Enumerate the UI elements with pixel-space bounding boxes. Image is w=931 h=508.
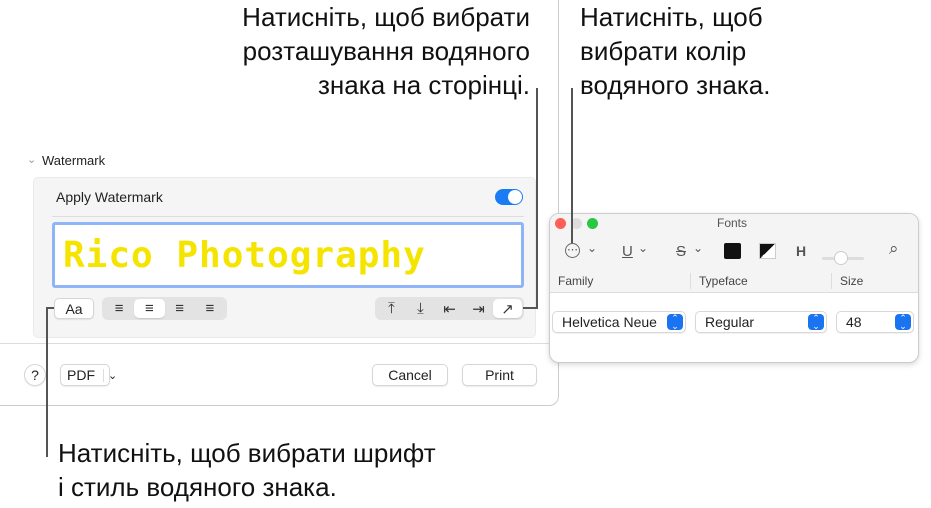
- callout-font: Натисніть, щоб вибрати шрифт і стиль вод…: [58, 436, 436, 504]
- position-left-button[interactable]: ⇤: [435, 299, 464, 318]
- callout-line: Натисніть, щоб вибрати шрифт: [58, 438, 436, 468]
- callout-position: Натисніть, щоб вибрати розташування водя…: [242, 0, 530, 102]
- typeface-popup[interactable]: Regular ⌃ ⌄: [695, 311, 827, 333]
- stepper-icon: ⌃ ⌄: [667, 314, 683, 331]
- disclosure-chevron-icon[interactable]: ⌄: [27, 153, 36, 166]
- position-bottom-button[interactable]: ⤓: [406, 299, 435, 318]
- leader-line: [46, 307, 54, 309]
- chevron-down-icon[interactable]: ⌄: [587, 241, 597, 255]
- position-diagonal-button[interactable]: ↗: [493, 299, 522, 318]
- family-popup[interactable]: Helvetica Neue ⌃ ⌄: [552, 311, 686, 333]
- leader-line: [523, 307, 538, 309]
- watermark-text: Rico Photography: [63, 234, 426, 276]
- align-right-button[interactable]: ≡: [165, 299, 195, 318]
- align-center-button[interactable]: ≡: [134, 299, 165, 318]
- underline-icon[interactable]: U: [622, 243, 633, 260]
- alignment-control: ≡ ≡ ≡ ≡: [102, 297, 227, 320]
- print-button[interactable]: Print: [462, 364, 537, 386]
- section-title: Watermark: [42, 153, 106, 168]
- fonts-window: [549, 213, 919, 363]
- callout-line: Натисніть, щоб вибрати: [242, 2, 530, 32]
- family-header: Family: [558, 274, 594, 288]
- callout-line: вибрати колір: [580, 36, 747, 66]
- zoom-button[interactable]: [587, 218, 598, 229]
- fonts-title: Fonts: [717, 216, 748, 230]
- divider: [52, 216, 524, 217]
- typeface-header: Typeface: [699, 274, 748, 288]
- chevron-down-icon[interactable]: ⌄: [638, 241, 648, 255]
- stepper-icon: ⌃ ⌄: [808, 314, 824, 331]
- position-right-button[interactable]: ⇥: [464, 299, 493, 318]
- callout-line: розташування водяного: [242, 36, 530, 66]
- more-options-icon[interactable]: ⋯: [565, 243, 580, 258]
- watermark-text-field[interactable]: Rico Photography: [52, 222, 524, 288]
- align-left-button[interactable]: ≡: [104, 299, 134, 318]
- size-header: Size: [840, 274, 864, 288]
- text-color-swatch[interactable]: [724, 243, 741, 259]
- callout-color: Натисніть, щоб вибрати колір водяного зн…: [580, 0, 770, 102]
- callout-line: знака на сторінці.: [318, 70, 530, 100]
- font-button[interactable]: Aa: [54, 298, 94, 319]
- column-divider: [831, 273, 832, 289]
- stepper-icon: ⌃ ⌄: [895, 314, 911, 331]
- close-button[interactable]: [555, 218, 566, 229]
- callout-line: водяного знака.: [580, 70, 771, 100]
- callout-line: Натисніть, щоб: [580, 2, 763, 32]
- cancel-button[interactable]: Cancel: [372, 364, 448, 386]
- typeface-value: Regular: [705, 314, 755, 330]
- align-justify-button[interactable]: ≡: [195, 299, 225, 318]
- pdf-label: PDF: [67, 367, 95, 383]
- help-button[interactable]: ?: [24, 364, 46, 386]
- leader-line: [571, 88, 573, 243]
- family-value: Helvetica Neue: [562, 314, 657, 330]
- chevron-down-icon: ⌄: [103, 368, 117, 382]
- search-icon[interactable]: ⌕: [889, 239, 899, 259]
- strikethrough-icon[interactable]: S: [676, 243, 686, 260]
- footer-divider: [0, 343, 558, 344]
- position-top-button[interactable]: ⤒: [377, 299, 406, 318]
- column-divider: [690, 273, 691, 289]
- apply-watermark-label: Apply Watermark: [56, 189, 163, 205]
- size-slider[interactable]: [822, 251, 864, 265]
- spacing-icon[interactable]: H: [796, 243, 806, 259]
- document-color-swatch[interactable]: [759, 243, 776, 259]
- leader-line: [46, 307, 48, 457]
- pdf-menu-button[interactable]: PDF ⌄: [60, 364, 117, 386]
- chevron-down-icon[interactable]: ⌄: [693, 241, 703, 255]
- apply-watermark-toggle[interactable]: [495, 189, 523, 205]
- position-control: ⤒ ⤓ ⇤ ⇥ ↗: [375, 297, 524, 320]
- size-popup[interactable]: 48 ⌃ ⌄: [836, 311, 914, 333]
- callout-line: і стиль водяного знака.: [58, 472, 337, 502]
- size-value: 48: [846, 314, 862, 330]
- leader-line: [536, 88, 538, 309]
